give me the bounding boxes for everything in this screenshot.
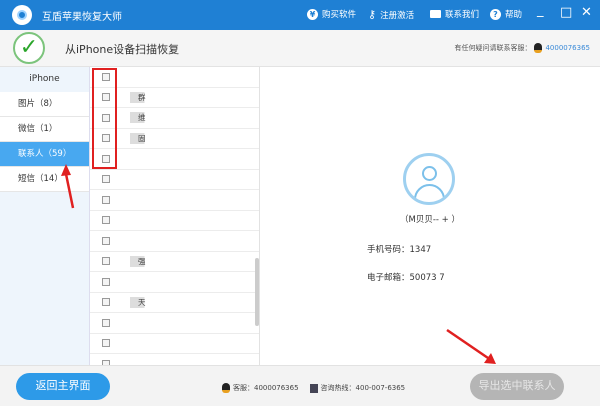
back-to-main-button[interactable]: 返回主界面 [16, 373, 110, 400]
contact-checkbox[interactable] [102, 277, 110, 286]
contact-row[interactable] [90, 190, 259, 211]
help-label: 帮助 [505, 10, 523, 20]
contact-row-name: 群 [130, 91, 154, 103]
support-info: 有任何疑问请联系客服： 4000076365 [454, 43, 590, 53]
contact-checkbox[interactable] [102, 298, 110, 307]
contact-checkbox[interactable] [102, 339, 110, 348]
contact-detail: （M贝贝-- + ） 手机号码：1347 电子邮箱：50073 7 [260, 67, 600, 365]
highlight-box [92, 68, 117, 169]
qq-icon [534, 43, 543, 53]
contact-row-name: 维 [130, 112, 154, 124]
contact-us-button[interactable]: 联系我们 [430, 8, 479, 20]
register-label: 注册激活 [380, 10, 415, 21]
contact-name: （M贝贝-- + ） [400, 215, 460, 225]
contact-label: 联系我们 [445, 10, 480, 20]
sidebar-item-photos[interactable]: 图片（8） [0, 92, 89, 117]
contact-checkbox[interactable] [102, 257, 110, 266]
buy-software-button[interactable]: ¥ 购买软件 [307, 8, 356, 20]
sidebar: iPhone 图片（8） 微信（1） 联系人（59） 短信（14） [0, 67, 90, 365]
register-button[interactable]: ⚷ 注册激活 [368, 8, 414, 21]
contact-row[interactable]: 天 [90, 293, 259, 313]
contact-row[interactable] [90, 170, 259, 190]
sidebar-item-contacts[interactable]: 联系人（59） [0, 142, 89, 167]
key-icon: ⚷ [368, 8, 377, 21]
title-bar: 互盾苹果恢复大师 ¥ 购买软件 ⚷ 注册激活 联系我们 ? 帮助 _ □ ✕ [0, 0, 600, 30]
contact-row[interactable] [90, 354, 259, 365]
app-title: 互盾苹果恢复大师 [42, 11, 122, 23]
sidebar-item-messages[interactable]: 短信（14） [0, 167, 89, 192]
contact-row-name: 强 [130, 255, 154, 267]
service-text: 客服：4000076365 [233, 384, 299, 392]
device-name: iPhone [0, 67, 89, 92]
contact-checkbox[interactable] [102, 195, 110, 204]
contact-email: 电子邮箱：50073 7 [367, 273, 445, 283]
app-logo-icon [12, 5, 32, 25]
contact-row-name: 天 [130, 296, 154, 308]
contact-row[interactable] [90, 313, 259, 334]
contact-row[interactable] [90, 334, 259, 354]
header: ✓ 从iPhone设备扫描恢复 有任何疑问请联系客服： 4000076365 [0, 30, 600, 67]
page-title: 从iPhone设备扫描恢复 [65, 43, 180, 56]
chat-icon [430, 10, 441, 18]
close-button[interactable]: ✕ [581, 5, 592, 20]
contact-phone: 手机号码：1347 [367, 245, 432, 255]
help-icon: ? [490, 8, 501, 20]
support-label: 有任何疑问请联系客服： [454, 44, 532, 52]
avatar [403, 153, 455, 205]
help-button[interactable]: ? 帮助 [490, 8, 522, 20]
scrollbar[interactable] [255, 258, 259, 326]
footer-contact-info: 客服：4000076365 咨询热线：400-007-6365 [222, 383, 405, 393]
contact-row-name: 固 [130, 132, 154, 144]
phone-book-icon [309, 383, 318, 393]
sidebar-item-wechat[interactable]: 微信（1） [0, 117, 89, 142]
contact-checkbox[interactable] [102, 175, 110, 184]
contact-row[interactable] [90, 231, 259, 252]
contact-checkbox[interactable] [102, 216, 110, 225]
minimize-button[interactable]: _ [537, 3, 544, 18]
contact-checkbox[interactable] [102, 318, 110, 327]
maximize-button[interactable]: □ [560, 5, 572, 20]
contact-checkbox[interactable] [102, 236, 110, 245]
checkmark-logo-icon: ✓ [13, 32, 45, 64]
export-contacts-button[interactable]: 导出选中联系人 [470, 373, 564, 400]
qq-icon [222, 383, 230, 393]
hotline-text: 咨询热线：400-007-6365 [320, 384, 406, 392]
contact-row[interactable]: 强 [90, 252, 259, 272]
contact-row[interactable] [90, 272, 259, 293]
support-qq-link[interactable]: 4000076365 [545, 44, 590, 52]
contact-row[interactable] [90, 211, 259, 231]
buy-label: 购买软件 [322, 10, 357, 20]
footer: 返回主界面 客服：4000076365 咨询热线：400-007-6365 导出… [0, 365, 600, 406]
yen-icon: ¥ [307, 8, 318, 20]
